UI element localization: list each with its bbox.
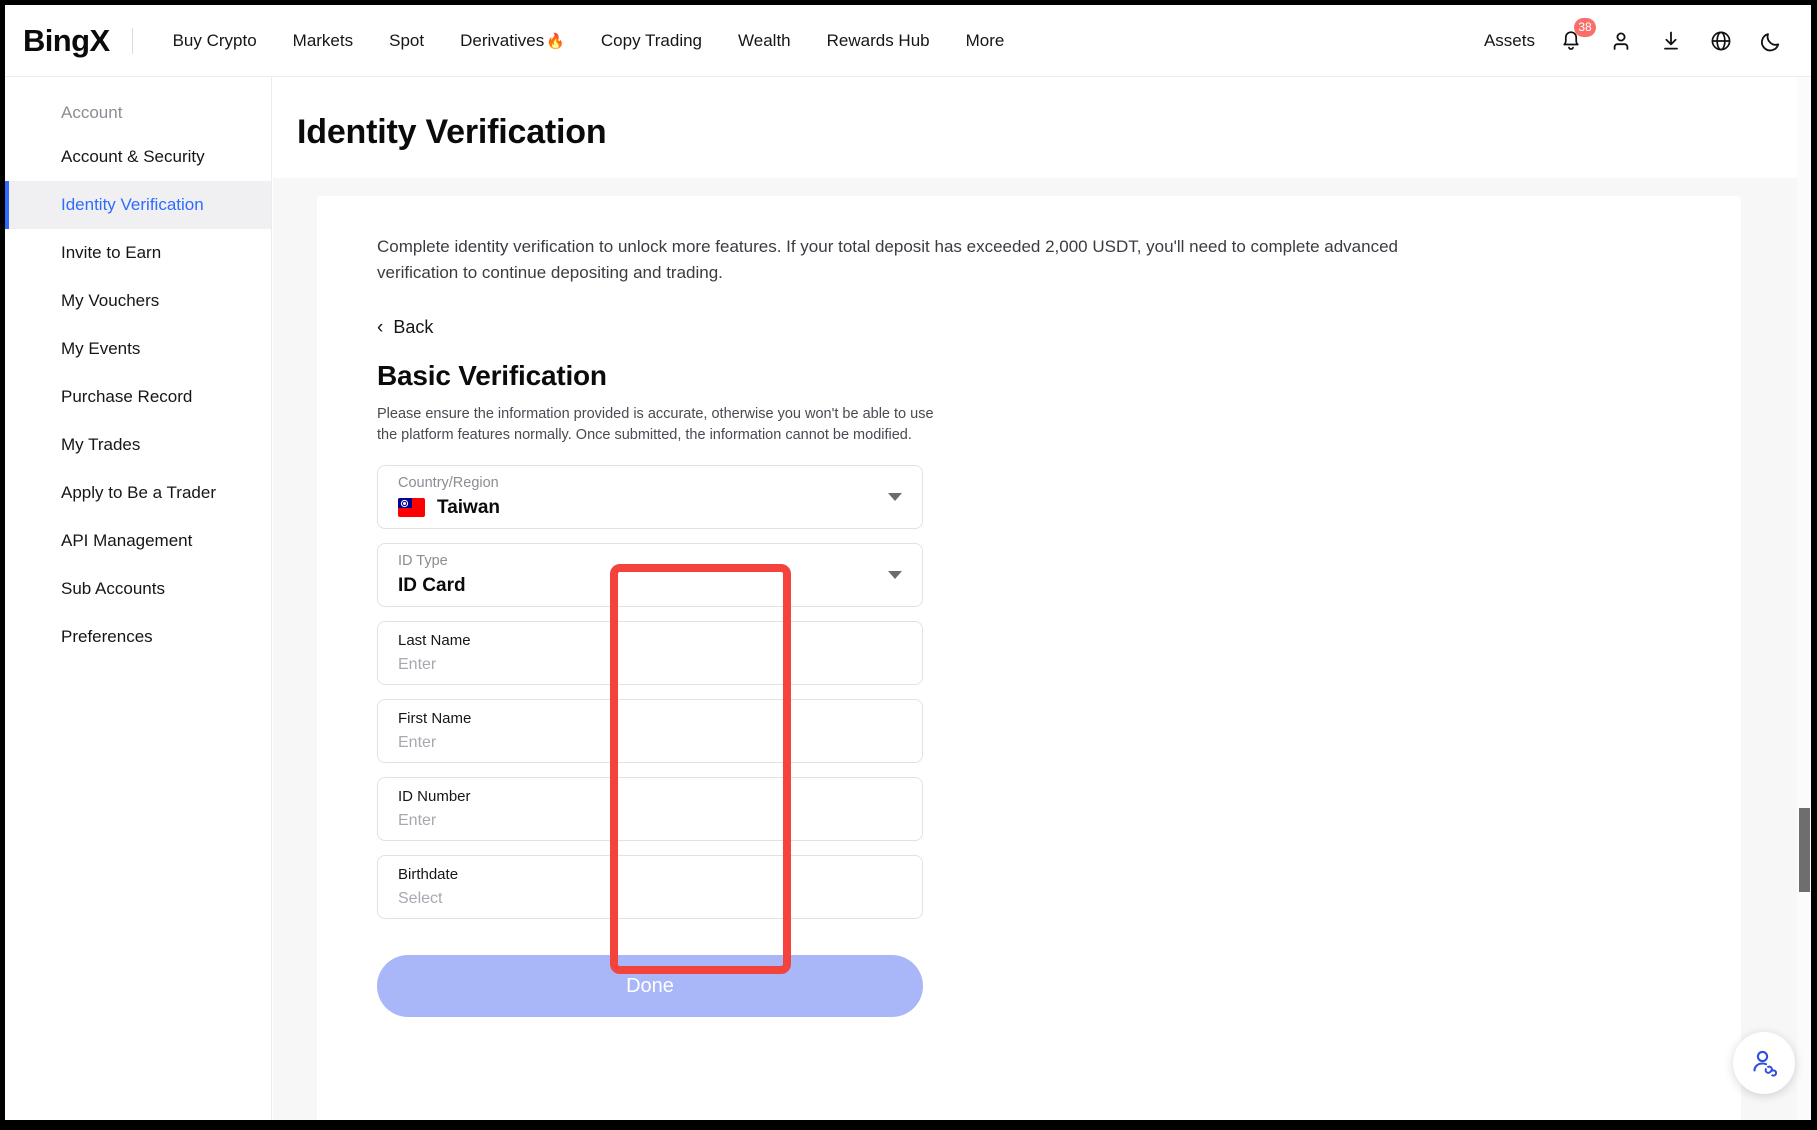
sidebar-item-sub-accounts[interactable]: Sub Accounts	[5, 565, 271, 613]
account-button[interactable]	[1607, 27, 1635, 55]
sidebar-item-my-trades[interactable]: My Trades	[5, 421, 271, 469]
customer-support-button[interactable]	[1733, 1032, 1795, 1094]
main-nav: Buy Crypto Markets Spot Derivatives🔥 Cop…	[155, 23, 1023, 59]
taiwan-flag-icon	[398, 498, 425, 517]
birthdate-input[interactable]: Select	[398, 888, 902, 910]
page-scrollbar-track[interactable]	[1797, 77, 1811, 1120]
back-button-label: Back	[393, 317, 433, 338]
sidebar-item-apply-to-be-a-trader[interactable]: Apply to Be a Trader	[5, 469, 271, 517]
id-number-label: ID Number	[398, 787, 902, 807]
browser-viewport: BingX Buy Crypto Markets Spot Derivative…	[0, 0, 1817, 1130]
bingx-logo[interactable]: BingX	[23, 23, 110, 59]
section-title: Basic Verification	[377, 360, 1741, 392]
last-name-input[interactable]: Enter	[398, 654, 902, 676]
download-app-button[interactable]	[1657, 27, 1685, 55]
country-region-value: Taiwan	[437, 496, 500, 521]
birthdate-field[interactable]: Birthdate Select	[377, 855, 923, 919]
id-type-label: ID Type	[398, 552, 902, 572]
moon-icon	[1759, 29, 1783, 53]
top-navigation-bar: BingX Buy Crypto Markets Spot Derivative…	[5, 5, 1811, 77]
fire-icon: 🔥	[546, 33, 565, 50]
sidebar-item-my-events[interactable]: My Events	[5, 325, 271, 373]
download-icon	[1659, 29, 1683, 53]
first-name-input[interactable]: Enter	[398, 732, 902, 754]
window-frame-bottom	[0, 1120, 1817, 1130]
nav-wealth[interactable]: Wealth	[720, 23, 809, 59]
id-number-field[interactable]: ID Number Enter	[377, 777, 923, 841]
nav-markets[interactable]: Markets	[275, 23, 371, 59]
nav-derivatives-label: Derivatives	[460, 31, 544, 50]
globe-icon	[1709, 29, 1733, 53]
sidebar-item-invite-to-earn[interactable]: Invite to Earn	[5, 229, 271, 277]
done-button[interactable]: Done	[377, 955, 923, 1017]
basic-verification-form: Country/Region Taiwan ID Type ID Card	[377, 465, 923, 919]
id-number-input[interactable]: Enter	[398, 810, 902, 832]
user-icon	[1609, 29, 1633, 53]
sidebar-item-purchase-record[interactable]: Purchase Record	[5, 373, 271, 421]
nav-derivatives[interactable]: Derivatives🔥	[442, 23, 583, 59]
customer-support-icon	[1747, 1046, 1781, 1080]
id-type-select[interactable]: ID Type ID Card	[377, 543, 923, 607]
last-name-label: Last Name	[398, 631, 902, 651]
chevron-down-icon[interactable]	[888, 493, 902, 501]
account-sidebar: Account Account & Security Identity Veri…	[5, 77, 272, 1120]
birthdate-label: Birthdate	[398, 865, 902, 885]
country-region-label: Country/Region	[398, 474, 902, 494]
chevron-down-icon[interactable]	[888, 571, 902, 579]
nav-more[interactable]: More	[948, 23, 1023, 59]
theme-toggle-button[interactable]	[1757, 27, 1785, 55]
id-type-value: ID Card	[398, 574, 902, 599]
section-description: Please ensure the information provided i…	[377, 404, 937, 448]
page-scrollbar-thumb[interactable]	[1799, 808, 1810, 892]
assets-link[interactable]: Assets	[1484, 31, 1535, 51]
first-name-field[interactable]: First Name Enter	[377, 699, 923, 763]
chevron-left-icon: ‹	[377, 318, 383, 337]
page-title: Identity Verification	[273, 77, 1811, 152]
last-name-field[interactable]: Last Name Enter	[377, 621, 923, 685]
country-region-select[interactable]: Country/Region Taiwan	[377, 465, 923, 529]
country-region-value-row: Taiwan	[398, 496, 902, 521]
sidebar-item-preferences[interactable]: Preferences	[5, 613, 271, 661]
window-frame-right	[1811, 0, 1817, 1130]
logo-divider	[132, 28, 133, 54]
window-frame-top	[0, 0, 1817, 5]
first-name-label: First Name	[398, 709, 902, 729]
sidebar-item-identity-verification[interactable]: Identity Verification	[5, 181, 271, 229]
verification-description: Complete identity verification to unlock…	[317, 196, 1497, 287]
language-button[interactable]	[1707, 27, 1735, 55]
back-button[interactable]: ‹ Back	[377, 317, 433, 338]
sidebar-item-account-security[interactable]: Account & Security	[5, 133, 271, 181]
header-actions: Assets 38	[1484, 27, 1811, 55]
notifications-button[interactable]: 38	[1557, 27, 1585, 55]
nav-rewards-hub[interactable]: Rewards Hub	[809, 23, 948, 59]
nav-copy-trading[interactable]: Copy Trading	[583, 23, 720, 59]
window-frame-left	[0, 0, 5, 1130]
verification-card: Complete identity verification to unlock…	[317, 196, 1741, 1120]
nav-spot[interactable]: Spot	[371, 23, 442, 59]
main-content: Identity Verification Complete identity …	[273, 77, 1811, 1120]
sidebar-section-label: Account	[5, 93, 271, 133]
notification-badge: 38	[1574, 18, 1596, 37]
nav-buy-crypto[interactable]: Buy Crypto	[155, 23, 275, 59]
sidebar-item-my-vouchers[interactable]: My Vouchers	[5, 277, 271, 325]
sidebar-item-api-management[interactable]: API Management	[5, 517, 271, 565]
